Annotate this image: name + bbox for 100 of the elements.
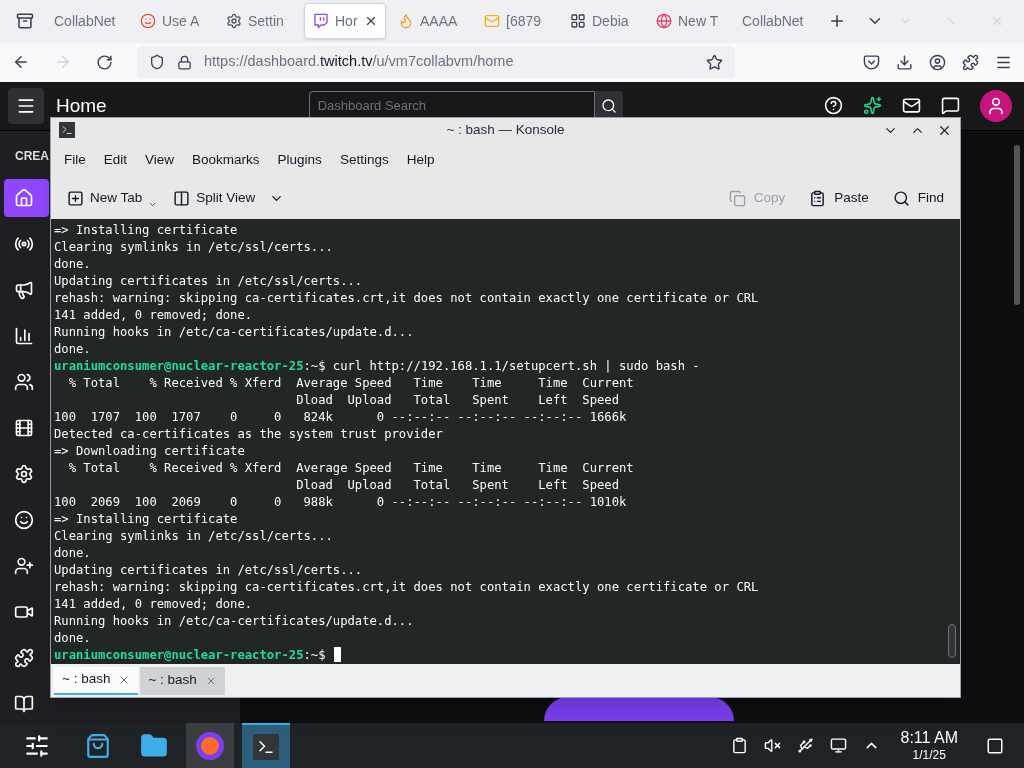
clipboard-icon[interactable]	[731, 737, 749, 754]
toolbar-button[interactable]: Find	[884, 184, 952, 213]
output-line: Dload Upload Total Spent Left Speed	[295, 392, 619, 409]
taskbar-item[interactable]	[242, 723, 290, 768]
usb-icon[interactable]	[797, 737, 815, 754]
output-line: Clearing symlinks in /etc/ssl/certs...	[54, 239, 333, 256]
output-line: done.	[54, 256, 91, 273]
user-icon	[986, 95, 1006, 116]
pocket-icon[interactable]	[863, 53, 880, 71]
menu-item[interactable]: Edit	[94, 145, 137, 175]
output-line: 141 added, 0 removed; done.	[54, 307, 253, 324]
output-line: rehash: warning: skipping ca-certificates.crt,it does not contain exactly one certificate or CRL	[54, 579, 759, 596]
muted-speaker-icon[interactable]	[764, 737, 782, 754]
tab-list-icon[interactable]	[16, 12, 34, 31]
menu-item[interactable]: Plugins	[268, 145, 331, 175]
output-line: 100 1707 100 1707 0 0 824k 0 --:--:-- --:--:-- --:--:-- 1666k	[54, 409, 627, 426]
split-view-icon	[173, 190, 191, 207]
output-line: done.	[54, 630, 91, 647]
output-line: => Downloading certificate	[54, 443, 245, 460]
browser-tab[interactable]: Hor	[304, 3, 386, 40]
tab-title: New T	[678, 11, 719, 31]
network-icon[interactable]	[830, 737, 848, 754]
output-line: Detected ca-certificates as the system trust provider	[54, 426, 443, 443]
clock-date: 1/1/25	[912, 748, 946, 763]
menu-item[interactable]: Bookmarks	[183, 145, 269, 175]
toolbar-button[interactable]: Split View	[165, 184, 293, 213]
browser-tab[interactable]: Use A	[132, 3, 214, 40]
output-line: => Installing certificate	[54, 222, 238, 239]
clipboard-icon	[809, 190, 827, 207]
terminal-tab[interactable]: ~ : bash	[140, 666, 225, 695]
taskbar-item[interactable]	[186, 723, 234, 768]
favicon-icon	[226, 13, 242, 30]
reload-icon[interactable]	[96, 53, 113, 71]
output-line: rehash: warning: skipping ca-certificates.crt,it does not contain exactly one certificate or CRL	[54, 290, 759, 307]
browser-tab[interactable]: AAAA	[390, 3, 472, 40]
favicon-icon	[398, 13, 414, 30]
bookmark-star-icon[interactable]	[706, 53, 723, 71]
lock-icon	[177, 54, 192, 70]
browser-tab[interactable]: CollabNet	[734, 3, 816, 40]
book-icon	[14, 694, 34, 714]
output-line: Clearing symlinks in /etc/ssl/certs...	[54, 528, 333, 545]
output-line: done.	[54, 545, 91, 562]
avatar[interactable]	[980, 89, 1012, 122]
window-title: ~ : bash — Konsole	[446, 120, 565, 139]
extensions-icon[interactable]	[962, 53, 979, 71]
terminal-tab[interactable]: ~ : bash	[54, 666, 139, 695]
copy-icon	[728, 190, 746, 207]
menu-item[interactable]: File	[55, 145, 95, 175]
sparkle-icon[interactable]	[863, 96, 882, 116]
tab-title: Settin	[248, 11, 284, 31]
folder-icon	[140, 731, 168, 760]
browser-tab[interactable]: [6879	[476, 3, 558, 40]
tab-title: Debia	[592, 11, 629, 31]
output-line: % Total % Received % Xferd Average Speed Time Time Time Current	[67, 460, 634, 477]
shield-icon	[149, 54, 165, 71]
account-icon[interactable]	[929, 53, 946, 71]
toolbar-button[interactable]: Paste	[801, 184, 877, 213]
terminal-icon	[59, 122, 75, 138]
tab-title: AAAA	[420, 11, 458, 31]
favicon-icon	[313, 13, 329, 30]
megaphone-icon	[14, 280, 34, 300]
show-desktop-icon[interactable]	[986, 736, 1004, 755]
menu-item[interactable]: Settings	[330, 145, 398, 175]
new-tab-icon	[67, 190, 84, 207]
toolbar-button[interactable]: New Tab	[59, 184, 166, 213]
puzzle-icon	[14, 648, 34, 668]
search-icon	[600, 97, 617, 114]
output-line: Running hooks in /etc/ca-certificates/update.d...	[54, 324, 414, 341]
output-line: => Installing certificate	[54, 511, 238, 528]
menu-button[interactable]	[8, 87, 44, 124]
menu-item[interactable]: Help	[397, 145, 444, 175]
output-line: % Total % Received % Xferd Average Speed Time Time Time Current	[67, 375, 634, 392]
inbox-icon[interactable]	[902, 96, 921, 116]
search-icon	[892, 190, 910, 207]
browser-tab[interactable]: New T	[648, 3, 730, 40]
favicon-icon	[656, 13, 672, 30]
address-bar[interactable]: https://dashboard.twitch.tv/u/vm7collabvm/home	[137, 46, 735, 79]
browser-tab[interactable]: Debia	[562, 3, 644, 40]
output-line: Updating certificates in /etc/ssl/certs...	[54, 273, 363, 290]
terminal-icon	[253, 733, 279, 760]
browser-tab[interactable]: Settin	[218, 3, 300, 40]
output-line: Dload Upload Total Spent Left Speed	[295, 477, 619, 494]
broadcast-icon	[14, 234, 34, 254]
launcher-icon[interactable]	[24, 732, 50, 759]
chart-icon	[14, 326, 34, 346]
url-text: https://dashboard.twitch.tv/u/vm7collabvm/home	[204, 52, 514, 72]
help-icon[interactable]	[824, 96, 843, 116]
section-heading: CREA	[14, 148, 49, 165]
tab-title: Hor	[335, 11, 358, 31]
gear-icon	[14, 464, 34, 484]
chat-icon[interactable]	[941, 96, 960, 116]
scrollbar-thumb	[948, 624, 956, 658]
menu-item[interactable]: View	[136, 145, 184, 175]
favicon-icon	[570, 13, 586, 30]
browser-logo-icon	[196, 731, 224, 760]
favicon-icon	[484, 13, 500, 30]
tab-title: CollabNet	[54, 11, 116, 31]
browser-tab[interactable]: CollabNet	[46, 3, 128, 40]
download-icon[interactable]	[896, 53, 913, 71]
text-cursor	[333, 647, 341, 662]
